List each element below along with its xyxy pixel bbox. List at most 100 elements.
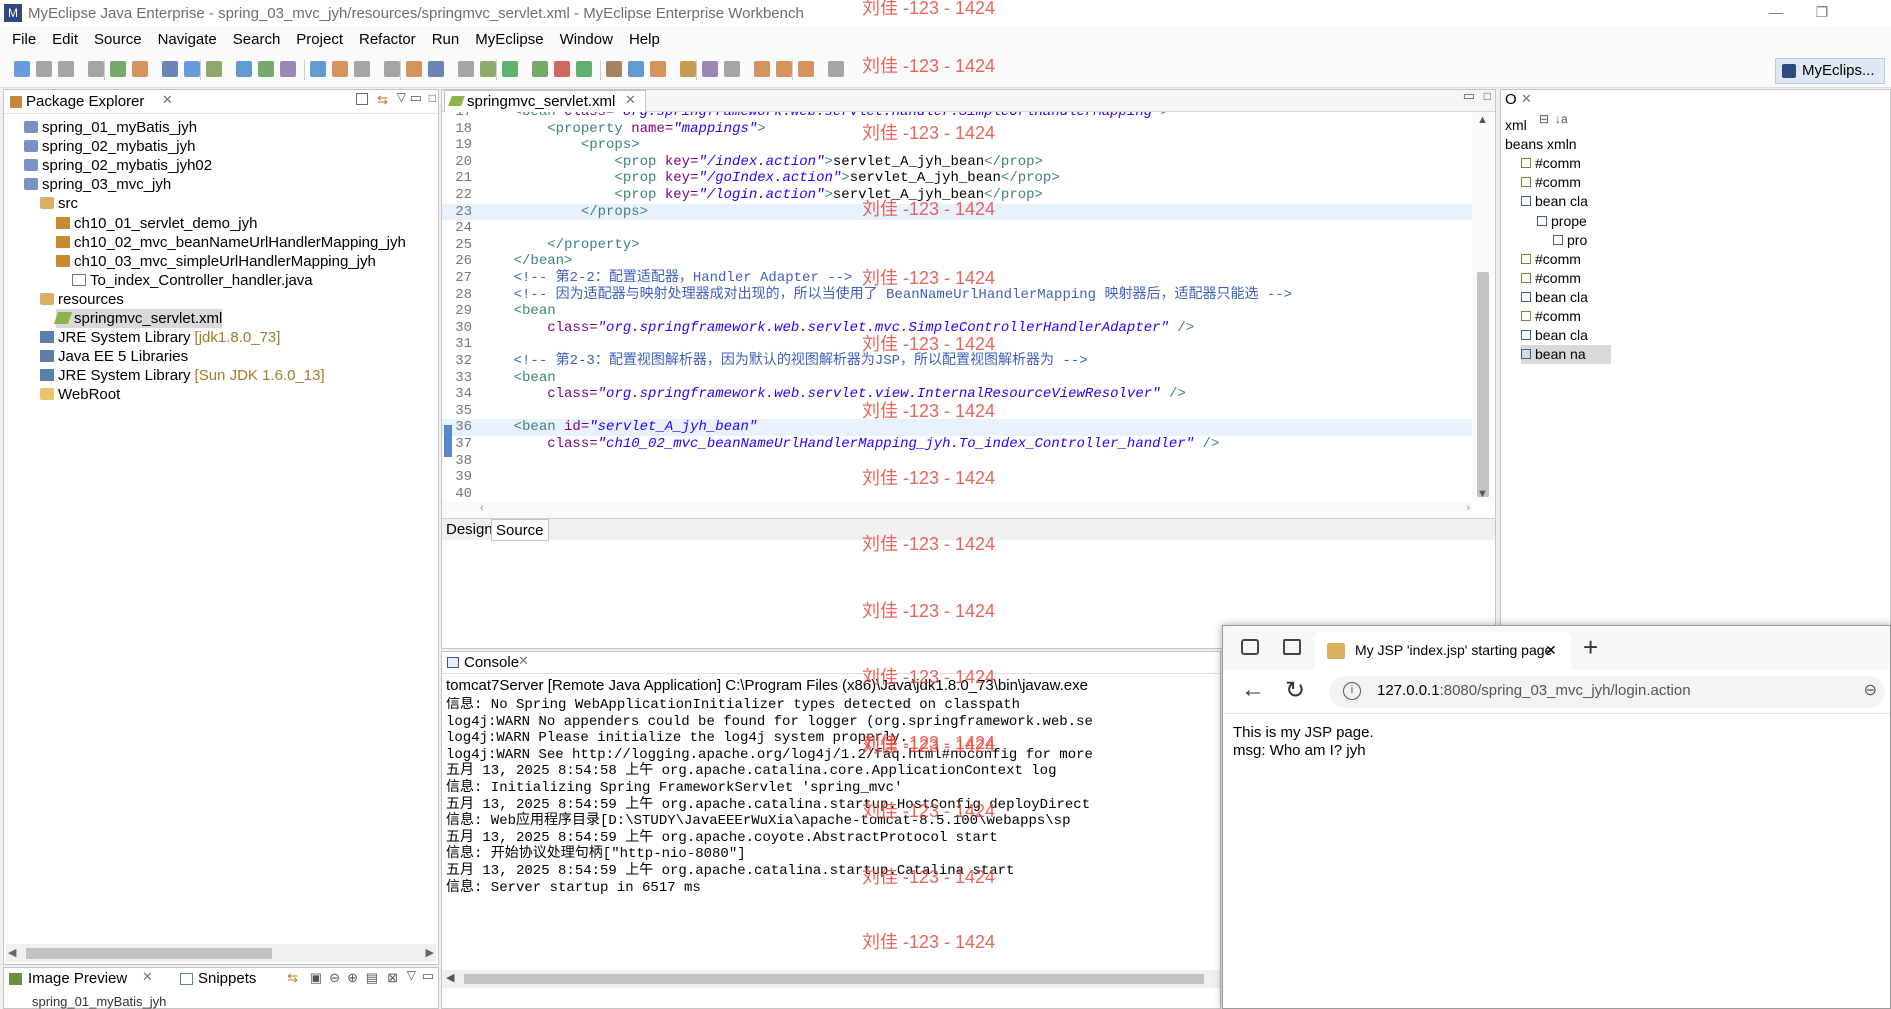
scroll-down-icon[interactable]: ▼	[1477, 488, 1488, 500]
menu-run[interactable]: Run	[432, 31, 460, 48]
outline-item[interactable]: #comm	[1521, 250, 1581, 269]
close-icon[interactable]: ✕	[142, 969, 153, 985]
tree-item[interactable]: ch10_02_mvc_beanNameUrlHandlerMapping_jy…	[56, 233, 406, 252]
outline-item[interactable]: #comm	[1521, 173, 1581, 192]
pin-icon[interactable]	[828, 61, 844, 77]
scrollbar-thumb[interactable]	[26, 948, 272, 959]
view-menu-icon[interactable]: ▽	[397, 90, 406, 104]
project-icon[interactable]	[428, 61, 444, 77]
outline-item[interactable]: bean na	[1521, 345, 1611, 365]
maximize-view-icon[interactable]: □	[1484, 89, 1491, 103]
run-icon[interactable]	[502, 61, 518, 77]
close-icon[interactable]: ✕	[518, 653, 529, 669]
maximize-view-icon[interactable]: □	[429, 91, 436, 105]
back-nav-icon[interactable]	[776, 61, 792, 77]
browser-tab[interactable]: My JSP 'index.jsp' starting page ✕	[1315, 632, 1571, 670]
next-annotation-icon[interactable]	[754, 61, 770, 77]
info-icon[interactable]: i	[1343, 682, 1361, 700]
tree-item[interactable]: spring_02_mybatis_jyh02	[24, 156, 212, 175]
outline-item[interactable]: #comm	[1521, 307, 1581, 326]
scroll-right-icon[interactable]: ▶	[426, 946, 434, 959]
tree-item[interactable]: WebRoot	[40, 385, 120, 404]
menu-help[interactable]: Help	[629, 31, 660, 48]
menu-refactor[interactable]: Refactor	[359, 31, 416, 48]
tab-actions-icon[interactable]	[1283, 639, 1301, 655]
zoom-icon[interactable]: ⊖	[1864, 680, 1877, 700]
tree-item[interactable]: To_index_Controller_handler.java	[72, 271, 313, 290]
scrollbar-thumb[interactable]	[1477, 272, 1489, 497]
scroll-right-icon[interactable]: ›	[1466, 502, 1470, 514]
tree-item[interactable]: src	[40, 194, 78, 213]
tree-item[interactable]: springmvc_servlet.xml	[53, 309, 223, 328]
new-icon[interactable]	[14, 61, 30, 77]
outline-tab[interactable]: O	[1505, 91, 1517, 108]
jsp-icon[interactable]	[258, 61, 274, 77]
tree-item[interactable]: Java EE 5 Libraries	[40, 347, 188, 366]
console-output[interactable]: 信息: No Spring WebApplicationInitializer …	[442, 697, 1220, 977]
new-project-icon[interactable]	[110, 61, 126, 77]
minimize-view-icon[interactable]: ▭	[422, 968, 434, 984]
new-tab-icon[interactable]: +	[1583, 632, 1598, 663]
view-menu-icon[interactable]: ▽	[407, 968, 416, 982]
collapse-all-icon[interactable]: ⊟	[1539, 112, 1549, 126]
open-type-icon[interactable]	[132, 61, 148, 77]
open-task-icon[interactable]	[406, 61, 422, 77]
source-tab[interactable]: Source	[491, 519, 549, 541]
reload-icon[interactable]: ↻	[1285, 676, 1305, 705]
class-icon[interactable]	[280, 61, 296, 77]
open-file-icon[interactable]	[606, 61, 622, 77]
image-preview-tab[interactable]: Image Preview	[6, 968, 127, 992]
actual-size-icon[interactable]: ▤	[366, 970, 378, 986]
tree-item[interactable]: spring_01_myBatis_jyh	[24, 118, 197, 137]
outline-item[interactable]: #comm	[1521, 269, 1581, 288]
close-tab-icon[interactable]: ✕	[625, 92, 636, 108]
vertical-scrollbar[interactable]: ▲ ▼	[1472, 112, 1494, 502]
tree-item[interactable]: spring_02_mybatis_jyh	[24, 137, 195, 156]
zoom-in-icon[interactable]: ⊕	[347, 970, 358, 986]
print-icon[interactable]	[88, 61, 104, 77]
outline-item[interactable]: bean cla	[1521, 288, 1588, 307]
redo-icon[interactable]	[384, 61, 400, 77]
run-ext-icon[interactable]	[532, 61, 548, 77]
package-explorer-tab[interactable]: Package Explorer	[4, 91, 144, 115]
menu-project[interactable]: Project	[296, 31, 343, 48]
save-icon[interactable]	[36, 61, 52, 77]
minimize-view-icon[interactable]: ▭	[1463, 88, 1475, 104]
save-all-icon[interactable]	[58, 61, 74, 77]
menu-edit[interactable]: Edit	[52, 31, 78, 48]
tree-item[interactable]: ch10_01_servlet_demo_jyh	[56, 214, 257, 233]
workspaces-icon[interactable]	[1241, 639, 1259, 655]
coverage-icon[interactable]	[576, 61, 592, 77]
undo-icon[interactable]	[354, 61, 370, 77]
menu-search[interactable]: Search	[233, 31, 281, 48]
database-icon[interactable]	[628, 61, 644, 77]
refresh-icon[interactable]: ⇆	[287, 970, 298, 986]
outline-item[interactable]: prope	[1537, 212, 1587, 231]
back-icon[interactable]: ←	[1241, 676, 1265, 704]
web-icon[interactable]	[184, 61, 200, 77]
scroll-left-icon[interactable]: ◀	[446, 971, 454, 984]
scrollbar-thumb[interactable]	[464, 974, 1204, 984]
menu-window[interactable]: Window	[560, 31, 613, 48]
outline-item[interactable]: pro	[1553, 231, 1587, 250]
sort-icon[interactable]: ↓a	[1555, 112, 1568, 126]
zoom-out-icon[interactable]: ⊖	[329, 970, 340, 986]
console-hscrollbar[interactable]: ◀	[442, 970, 1220, 988]
scroll-left-icon[interactable]: ◀	[8, 946, 16, 959]
deploy-icon[interactable]	[206, 61, 222, 77]
annotation-icon[interactable]	[680, 61, 696, 77]
stop-icon[interactable]	[554, 61, 570, 77]
console-tab[interactable]: Console	[442, 652, 519, 676]
server-icon[interactable]	[236, 61, 252, 77]
scroll-up-icon[interactable]: ▲	[1477, 114, 1488, 126]
search-icon[interactable]	[458, 61, 474, 77]
outline-item[interactable]: bean cla	[1521, 192, 1588, 211]
minimize-view-icon[interactable]: ▭	[410, 90, 422, 106]
debug-icon[interactable]	[480, 61, 496, 77]
fit-icon[interactable]: ▣	[310, 970, 322, 986]
minimize-button[interactable]: —	[1753, 0, 1799, 26]
menu-navigate[interactable]: Navigate	[158, 31, 217, 48]
fit-window-icon[interactable]: ⊠	[387, 970, 398, 986]
menu-myeclipse[interactable]: MyEclipse	[475, 31, 543, 48]
menu-file[interactable]: File	[12, 31, 36, 48]
